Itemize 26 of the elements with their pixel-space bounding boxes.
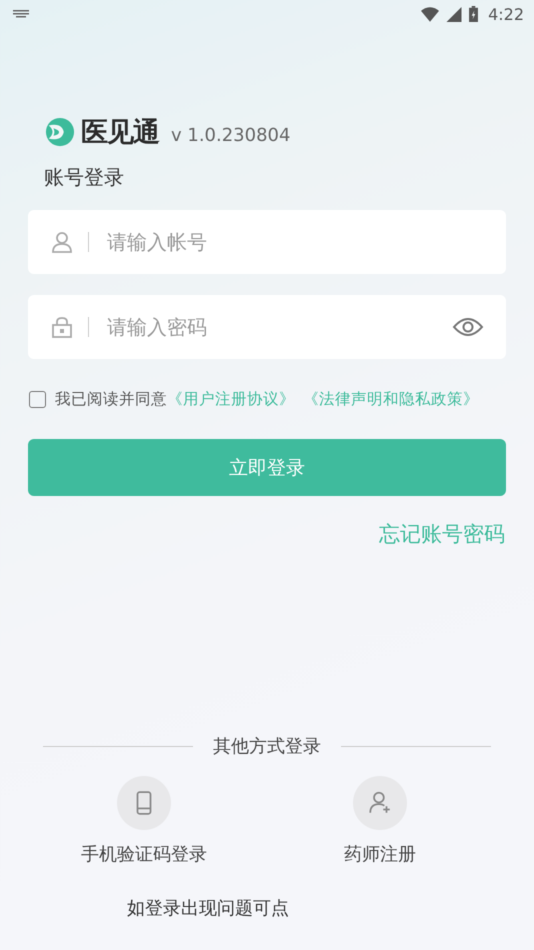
agree-checkbox[interactable] <box>29 390 46 408</box>
text-input[interactable]: 请输入帐号 <box>105 229 484 255</box>
input-field[interactable]: 请输入密码 <box>28 295 506 359</box>
wifi-icon <box>421 6 440 22</box>
agreement-link[interactable]: 《法律声明和隐私政策》 <box>303 388 479 410</box>
help-text: 如登录出现问题可点 <box>127 897 290 920</box>
lock-icon <box>50 315 74 339</box>
logo-icon <box>45 117 75 147</box>
app-name: 医见通 <box>81 116 159 150</box>
eye-icon[interactable] <box>452 317 484 337</box>
forgot-password-link[interactable]: 忘记账号密码 <box>379 520 505 548</box>
keyboard-icon <box>13 10 29 18</box>
battery-icon <box>469 6 478 22</box>
clock-time: 4:22 <box>488 4 524 24</box>
signal-icon <box>445 6 464 22</box>
text-input[interactable]: 请输入密码 <box>105 314 452 340</box>
agreement-text: 我已阅读并同意 <box>55 388 167 410</box>
agreement-link[interactable]: 《用户注册协议》 <box>167 388 295 410</box>
app-version: v 1.0.230804 <box>171 124 290 146</box>
input-field[interactable]: 请输入帐号 <box>28 210 506 274</box>
user-icon <box>50 230 74 254</box>
other-login-title: 其他方式登录 <box>213 735 321 758</box>
option-label[interactable]: 药师注册 <box>344 842 416 866</box>
login-button[interactable]: 立即登录 <box>28 439 506 496</box>
option-label[interactable]: 手机验证码登录 <box>81 842 207 866</box>
login-title: 账号登录 <box>44 164 125 191</box>
